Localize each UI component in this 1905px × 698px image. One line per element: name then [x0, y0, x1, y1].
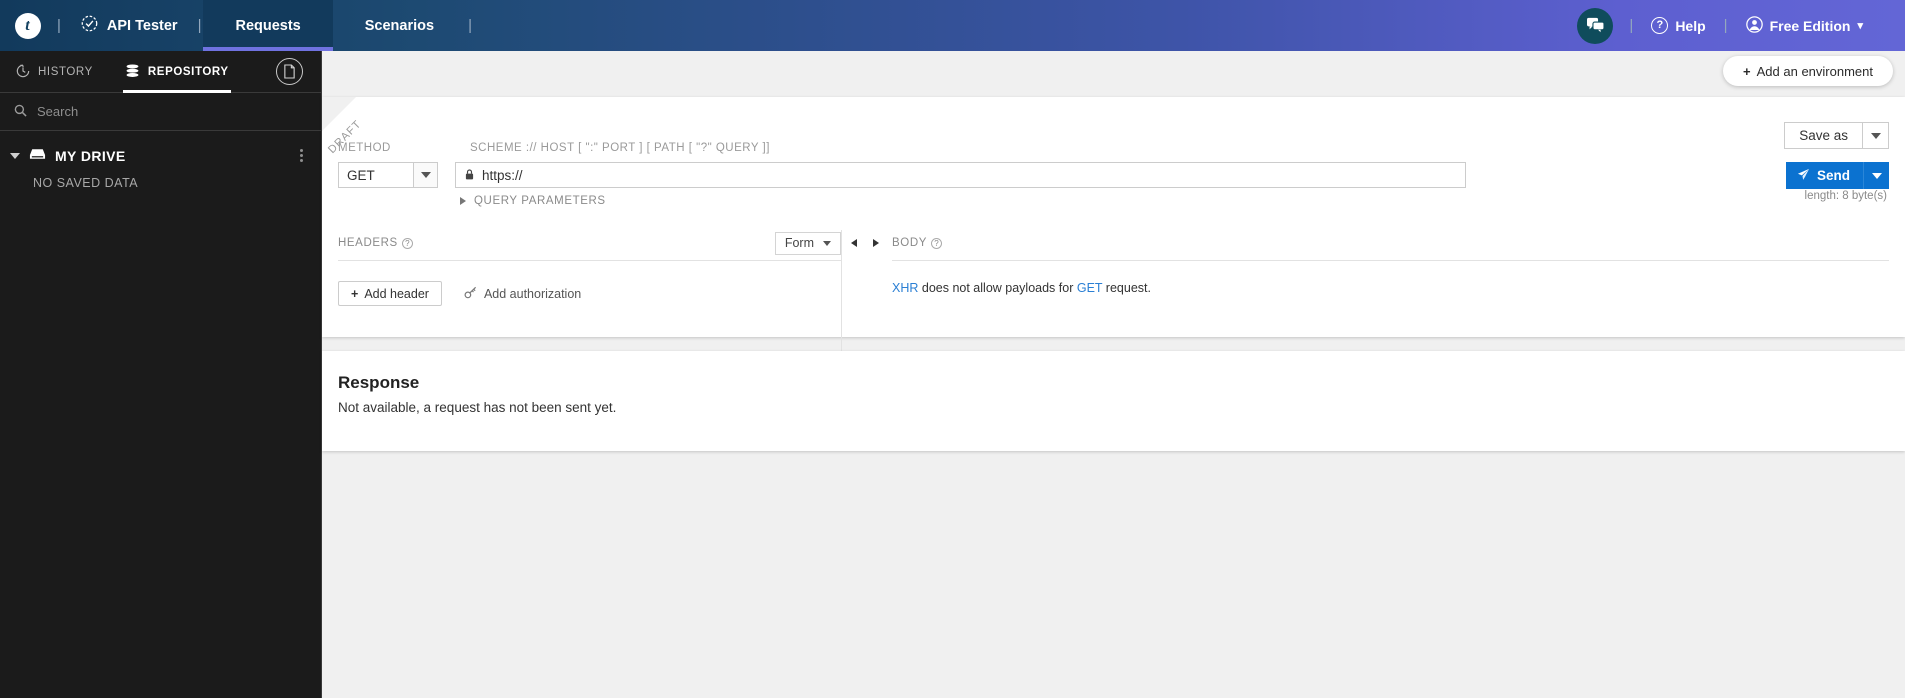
sidebar-tab-history-label: HISTORY [38, 66, 93, 78]
url-input[interactable]: https:// [455, 162, 1466, 188]
response-message: Not available, a request has not been se… [338, 400, 617, 415]
send-button[interactable]: Send [1785, 162, 1889, 189]
search-placeholder-label: Search [37, 104, 79, 119]
add-environment-label: Add an environment [1756, 63, 1873, 79]
api-tester-icon [81, 15, 98, 36]
search-icon [14, 104, 27, 120]
add-header-label: Add header [364, 286, 429, 301]
chat-bubbles-icon[interactable] [1577, 7, 1614, 44]
body-notice-middle: does not allow payloads for [918, 281, 1077, 295]
query-parameters-label: QUERY PARAMETERS [474, 195, 606, 207]
send-button-main[interactable]: Send [1786, 168, 1863, 184]
help-icon[interactable]: ? [931, 237, 942, 249]
url-label: SCHEME :// HOST [ ":" PORT ] [ PATH [ "?… [470, 142, 770, 154]
panel-divider [841, 230, 842, 358]
sidebar-item-my-drive-label: MY DRIVE [55, 147, 126, 164]
help-button[interactable]: ? Help [1635, 17, 1721, 34]
body-panel: BODY ? XHR does not allow payloads for G… [892, 230, 1889, 295]
sidebar-tabs: HISTORY REPOSITORY [0, 51, 321, 93]
account-menu[interactable]: Free Edition ▾ [1730, 15, 1879, 36]
help-label: Help [1675, 17, 1706, 34]
chevron-left-icon[interactable] [845, 239, 863, 247]
panel-collapse-left[interactable] [845, 230, 863, 256]
xhr-link[interactable]: XHR [892, 281, 918, 295]
body-notice-suffix: request. [1102, 281, 1151, 295]
save-as-button[interactable]: Save as [1784, 122, 1889, 149]
account-label: Free Edition [1769, 17, 1851, 34]
main-content: + Add an environment DRAFT METHOD SCHEME… [322, 51, 1905, 698]
headers-panel: HEADERS ? Form + Add header Add authoriz… [338, 230, 841, 306]
chevron-right-icon[interactable] [867, 239, 885, 247]
panel-collapse-right[interactable] [867, 230, 885, 256]
drive-options-icon[interactable] [300, 149, 307, 162]
plus-icon: + [1743, 63, 1751, 79]
headers-format-select[interactable]: Form [774, 231, 841, 255]
topbar-right-group: | ? Help | Free Edition ▾ [1577, 0, 1905, 51]
drive-icon [29, 147, 46, 164]
headers-format-value: Form [784, 236, 814, 250]
query-parameters-toggle[interactable]: QUERY PARAMETERS [460, 195, 606, 207]
chevron-down-icon[interactable] [10, 152, 20, 159]
send-label: Send [1816, 168, 1850, 183]
body-notice: XHR does not allow payloads for GET requ… [892, 261, 1889, 295]
headers-label: HEADERS [338, 237, 398, 249]
add-authorization-button[interactable]: Add authorization [464, 286, 581, 302]
method-select[interactable]: GET [338, 162, 438, 188]
lock-icon [465, 168, 474, 183]
response-card: Response Not available, a request has no… [322, 351, 1905, 451]
method-link[interactable]: GET [1077, 281, 1102, 295]
question-circle-icon: ? [1651, 17, 1669, 34]
search-input[interactable]: Search [0, 93, 321, 131]
top-bar: t | API Tester | Requests Scenarios | | [0, 0, 1905, 51]
sidebar-item-my-drive[interactable]: MY DRIVE [0, 131, 321, 164]
chevron-right-icon [460, 197, 466, 205]
topbar-separator-1: | [57, 17, 61, 34]
key-icon [464, 286, 477, 302]
brand-logo-icon: t [14, 12, 41, 39]
app-name-link[interactable]: API Tester [63, 0, 196, 51]
sidebar-tab-history[interactable]: HISTORY [0, 51, 109, 93]
save-as-label: Save as [1799, 128, 1848, 143]
method-value: GET [347, 167, 375, 183]
topbar-separator-3: | [468, 17, 472, 34]
clock-history-icon [16, 64, 30, 81]
chevron-down-icon[interactable] [1862, 123, 1888, 148]
url-value: https:// [482, 167, 523, 183]
response-title: Response [338, 373, 420, 392]
topbar-separator-2: | [197, 17, 202, 34]
tab-requests-label: Requests [235, 17, 301, 34]
add-environment-button[interactable]: + Add an environment [1723, 56, 1893, 86]
no-saved-data-label: NO SAVED DATA [33, 176, 139, 190]
sidebar-tab-repository-label: REPOSITORY [147, 66, 229, 78]
chevron-down-icon [823, 240, 831, 246]
chevron-down-icon: ▾ [1857, 20, 1863, 32]
document-icon[interactable] [276, 58, 303, 85]
plus-icon: + [351, 286, 359, 301]
sidebar-tab-repository[interactable]: REPOSITORY [109, 51, 245, 93]
chevron-down-icon[interactable] [1863, 162, 1889, 189]
database-icon [125, 63, 140, 81]
tab-scenarios-label: Scenarios [364, 17, 435, 34]
user-circle-icon [1745, 15, 1763, 36]
body-label: BODY [892, 237, 927, 249]
paper-plane-icon [1797, 168, 1810, 184]
logo-container[interactable]: t [0, 12, 55, 39]
method-label: METHOD [338, 142, 391, 154]
url-length-label: length: 8 byte(s) [1804, 190, 1887, 202]
tab-requests[interactable]: Requests [203, 0, 334, 51]
topbar-separator-4: | [1629, 17, 1634, 34]
help-icon[interactable]: ? [401, 237, 413, 249]
add-header-button[interactable]: + Add header [338, 281, 442, 306]
add-authorization-label: Add authorization [483, 286, 582, 301]
request-card: DRAFT METHOD SCHEME :// HOST [ ":" PORT … [322, 97, 1905, 358]
chevron-down-icon[interactable] [413, 163, 437, 187]
sidebar: HISTORY REPOSITORY Search MY DRIVE NO SA… [0, 51, 322, 698]
app-name-label: API Tester [106, 17, 178, 34]
tab-scenarios[interactable]: Scenarios [333, 0, 466, 51]
topbar-separator-5: | [1723, 17, 1728, 34]
